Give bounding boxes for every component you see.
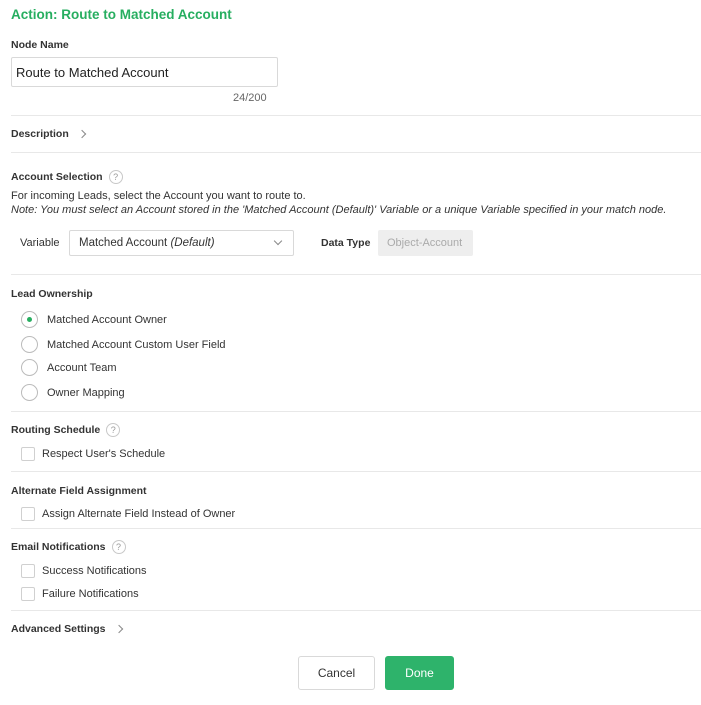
alternate-field-checkbox-row[interactable]: Assign Alternate Field Instead of Owner — [21, 507, 235, 521]
chevron-down-icon — [273, 236, 283, 246]
cancel-button[interactable]: Cancel — [298, 656, 375, 690]
divider — [11, 115, 701, 116]
chevron-right-icon — [77, 129, 87, 139]
routing-schedule-header: Routing Schedule ? — [11, 423, 121, 437]
lead-ownership-option-matched-account-owner[interactable]: Matched Account Owner — [21, 311, 167, 328]
description-label: Description — [11, 128, 69, 140]
divider — [11, 152, 701, 153]
checkbox-label: Assign Alternate Field Instead of Owner — [42, 508, 236, 520]
page-title: Action: Route to Matched Account — [11, 7, 232, 22]
routing-schedule-label: Routing Schedule — [11, 424, 101, 436]
success-notifications-checkbox-row[interactable]: Success Notifications — [21, 564, 147, 578]
account-selection-label: Account Selection — [11, 171, 103, 183]
data-type-label: Data Type — [321, 237, 371, 249]
success-notifications-checkbox[interactable] — [21, 564, 35, 578]
radio-button[interactable] — [21, 384, 38, 401]
advanced-settings-label: Advanced Settings — [11, 623, 106, 635]
respect-schedule-checkbox[interactable] — [21, 447, 35, 461]
done-button[interactable]: Done — [385, 656, 454, 690]
failure-notifications-checkbox-row[interactable]: Failure Notifications — [21, 587, 139, 601]
alternate-field-checkbox[interactable] — [21, 507, 35, 521]
radio-button[interactable] — [21, 311, 38, 328]
lead-ownership-label: Lead Ownership — [11, 288, 93, 300]
radio-label: Matched Account Owner — [47, 313, 167, 326]
divider — [11, 471, 701, 472]
checkbox-label: Failure Notifications — [42, 588, 139, 600]
node-name-input[interactable]: Route to Matched Account — [11, 57, 278, 87]
email-notifications-label: Email Notifications — [11, 541, 106, 553]
divider — [11, 610, 701, 611]
checkbox-label: Success Notifications — [42, 565, 147, 577]
lead-ownership-option-custom-user-field[interactable]: Matched Account Custom User Field — [21, 336, 226, 353]
divider — [11, 528, 701, 529]
data-type-value: Object-Account — [378, 230, 473, 256]
radio-button[interactable] — [21, 359, 38, 376]
variable-select[interactable]: Matched Account (Default) — [69, 230, 294, 256]
account-selection-instructions: For incoming Leads, select the Account y… — [11, 190, 306, 202]
description-toggle[interactable]: Description — [11, 128, 87, 140]
account-selection-note: Note: You must select an Account stored … — [11, 204, 667, 216]
email-notifications-header: Email Notifications ? — [11, 540, 126, 554]
respect-schedule-checkbox-row[interactable]: Respect User's Schedule — [21, 447, 165, 461]
variable-default-suffix: (Default) — [170, 237, 215, 249]
radio-button[interactable] — [21, 336, 38, 353]
account-selection-header: Account Selection ? — [11, 170, 123, 184]
radio-label: Owner Mapping — [47, 386, 125, 399]
divider — [11, 274, 701, 275]
node-name-label: Node Name — [11, 39, 69, 51]
chevron-right-icon — [114, 624, 123, 634]
radio-label: Account Team — [47, 361, 117, 374]
help-icon[interactable]: ? — [111, 540, 126, 554]
lead-ownership-option-owner-mapping[interactable]: Owner Mapping — [21, 384, 125, 401]
node-name-counter: 24/200 — [233, 92, 267, 104]
variable-value: Matched Account — [79, 237, 168, 249]
divider — [11, 411, 701, 412]
variable-label: Variable — [20, 237, 60, 249]
checkbox-label: Respect User's Schedule — [42, 448, 166, 460]
radio-label: Matched Account Custom User Field — [47, 338, 226, 351]
advanced-settings-toggle[interactable]: Advanced Settings — [11, 623, 123, 635]
help-icon[interactable]: ? — [108, 170, 123, 184]
lead-ownership-option-account-team[interactable]: Account Team — [21, 359, 117, 376]
alternate-field-label: Alternate Field Assignment — [11, 485, 147, 497]
failure-notifications-checkbox[interactable] — [21, 587, 35, 601]
help-icon[interactable]: ? — [106, 423, 121, 437]
